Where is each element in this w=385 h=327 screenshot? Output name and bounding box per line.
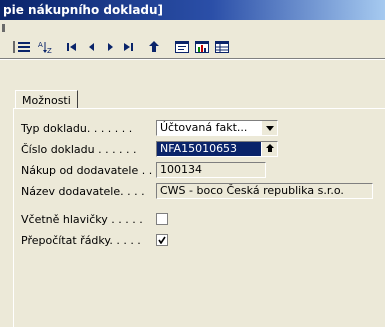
- cislo-dokladu-label: Číslo dokladu . . . . . .: [21, 143, 137, 156]
- check-icon: [158, 234, 166, 247]
- toolbar-divider-highlight: [0, 59, 385, 60]
- nakup-od-dodavatele-label: Nákup od dodavatele . .: [21, 164, 153, 177]
- chevron-down-icon: [265, 121, 274, 135]
- dropdown-button[interactable]: [261, 121, 277, 135]
- prepocitat-radky-checkbox[interactable]: [156, 234, 168, 246]
- lookup-button[interactable]: [261, 142, 277, 156]
- vcetne-hlavicky-label: Včetně hlavičky . . . . .: [21, 213, 143, 226]
- next-record-icon[interactable]: [102, 39, 118, 55]
- up-arrow-icon[interactable]: [146, 39, 162, 55]
- form-icon[interactable]: [174, 39, 190, 55]
- cislo-dokladu-value: NFA15010653: [160, 142, 238, 155]
- table-icon[interactable]: [214, 39, 230, 55]
- menu-bar: [0, 20, 385, 36]
- window-title: pie nákupního dokladu]: [0, 0, 385, 20]
- list-icon[interactable]: [16, 39, 32, 55]
- nazev-dodavatele-label: Název dodavatele. . . .: [21, 185, 145, 198]
- tab-moznosti[interactable]: Možnosti: [15, 90, 78, 109]
- vcetne-hlavicky-checkbox[interactable]: [156, 213, 168, 225]
- svg-text:A: A: [38, 41, 43, 49]
- previous-record-icon[interactable]: [84, 39, 100, 55]
- typ-dokladu-select[interactable]: Účtovaná fakt...: [156, 120, 278, 136]
- first-record-icon[interactable]: [64, 39, 80, 55]
- nakup-od-dodavatele-field[interactable]: 100134: [156, 162, 266, 178]
- typ-dokladu-label: Typ dokladu. . . . . . .: [21, 122, 133, 135]
- chart-icon[interactable]: [194, 39, 210, 55]
- svg-text:Z: Z: [47, 47, 52, 54]
- typ-dokladu-value: Účtovaná fakt...: [160, 121, 248, 134]
- toolbar: AZ: [0, 36, 385, 59]
- up-arrow-icon: [265, 142, 274, 156]
- prepocitat-radky-label: Přepočítat řádky. . . . .: [21, 234, 141, 247]
- menu-grip: [2, 24, 5, 32]
- last-record-icon[interactable]: [120, 39, 136, 55]
- nazev-dodavatele-field[interactable]: CWS - boco Česká republika s.r.o.: [156, 183, 373, 199]
- cislo-dokladu-input[interactable]: NFA15010653: [156, 141, 278, 157]
- sort-icon[interactable]: AZ: [38, 39, 54, 55]
